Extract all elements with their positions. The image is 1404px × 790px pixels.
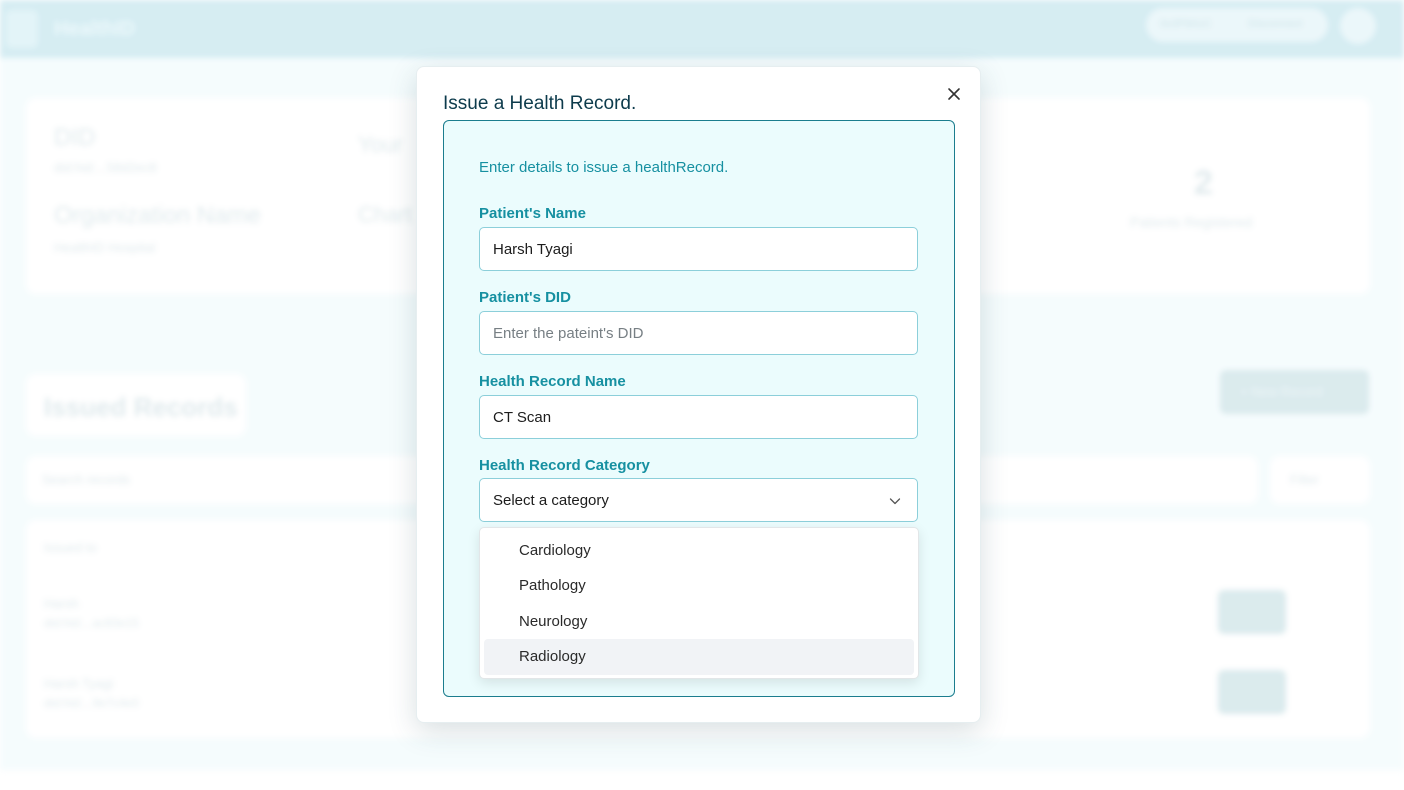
category-select[interactable]: Select a category: [479, 478, 918, 522]
form-panel: Enter details to issue a healthRecord. P…: [443, 120, 955, 697]
modal-title: Issue a Health Record.: [443, 93, 637, 114]
close-icon: [948, 88, 960, 100]
form-intro: Enter details to issue a healthRecord.: [479, 159, 729, 176]
record-name-input[interactable]: [479, 395, 918, 439]
option-neurology[interactable]: Neurology: [484, 604, 914, 640]
category-dropdown: Cardiology Pathology Neurology Radiology: [479, 527, 919, 679]
option-radiology[interactable]: Radiology: [484, 639, 914, 675]
close-button[interactable]: [943, 83, 965, 105]
record-name-label: Health Record Name: [479, 373, 626, 390]
chevron-down-icon: [889, 498, 901, 505]
option-cardiology[interactable]: Cardiology: [484, 533, 914, 569]
category-select-value: Select a category: [493, 492, 609, 509]
patient-name-input[interactable]: [479, 227, 918, 271]
category-label: Health Record Category: [479, 457, 650, 474]
patient-name-label: Patient's Name: [479, 205, 586, 222]
issue-record-modal: Issue a Health Record. Enter details to …: [416, 66, 981, 723]
patient-did-input[interactable]: [479, 311, 918, 355]
option-pathology[interactable]: Pathology: [484, 568, 914, 604]
patient-did-label: Patient's DID: [479, 289, 571, 306]
